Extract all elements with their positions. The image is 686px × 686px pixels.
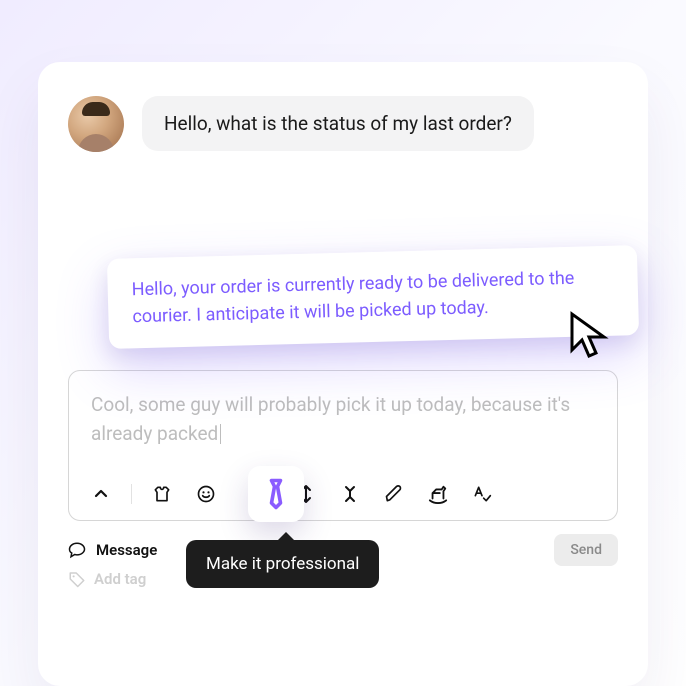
add-tag-label: Add tag bbox=[94, 570, 146, 588]
incoming-message-row: Hello, what is the status of my last ord… bbox=[68, 96, 618, 152]
text-caret bbox=[220, 424, 221, 444]
message-type-label: Message bbox=[96, 541, 157, 559]
tshirt-icon[interactable] bbox=[148, 480, 176, 508]
send-button[interactable]: Send bbox=[554, 534, 618, 566]
customer-message-bubble: Hello, what is the status of my last ord… bbox=[142, 96, 534, 151]
ai-suggestion-text: Hello, your order is currently ready to … bbox=[131, 268, 574, 328]
composer-input[interactable]: Cool, some guy will probably pick it up … bbox=[69, 371, 617, 470]
send-button-label: Send bbox=[570, 542, 602, 558]
rocking-horse-icon[interactable] bbox=[424, 480, 452, 508]
shorten-icon[interactable] bbox=[336, 480, 364, 508]
spellcheck-icon[interactable] bbox=[468, 480, 496, 508]
ai-suggestion-bubble[interactable]: Hello, your order is currently ready to … bbox=[107, 245, 639, 349]
add-tag-button[interactable]: Add tag bbox=[68, 570, 146, 588]
chat-bubble-icon bbox=[68, 541, 86, 559]
collapse-toolbar-button[interactable] bbox=[87, 480, 115, 508]
cursor-icon bbox=[566, 310, 610, 362]
smile-icon[interactable] bbox=[192, 480, 220, 508]
customer-message-text: Hello, what is the status of my last ord… bbox=[164, 112, 512, 135]
tooltip-text: Make it professional bbox=[206, 554, 359, 574]
customer-avatar bbox=[68, 96, 124, 152]
message-type-selector[interactable]: Message bbox=[68, 541, 157, 559]
tie-icon[interactable] bbox=[248, 466, 304, 522]
toolbar-divider bbox=[131, 484, 132, 504]
composer-draft-text: Cool, some guy will probably pick it up … bbox=[91, 393, 570, 445]
chat-card: Hello, what is the status of my last ord… bbox=[38, 62, 648, 686]
message-composer: Cool, some guy will probably pick it up … bbox=[68, 370, 618, 521]
pen-icon[interactable] bbox=[380, 480, 408, 508]
tag-icon bbox=[68, 570, 86, 588]
tone-tooltip: Make it professional bbox=[186, 540, 379, 588]
ai-tone-toolbar bbox=[69, 470, 617, 520]
